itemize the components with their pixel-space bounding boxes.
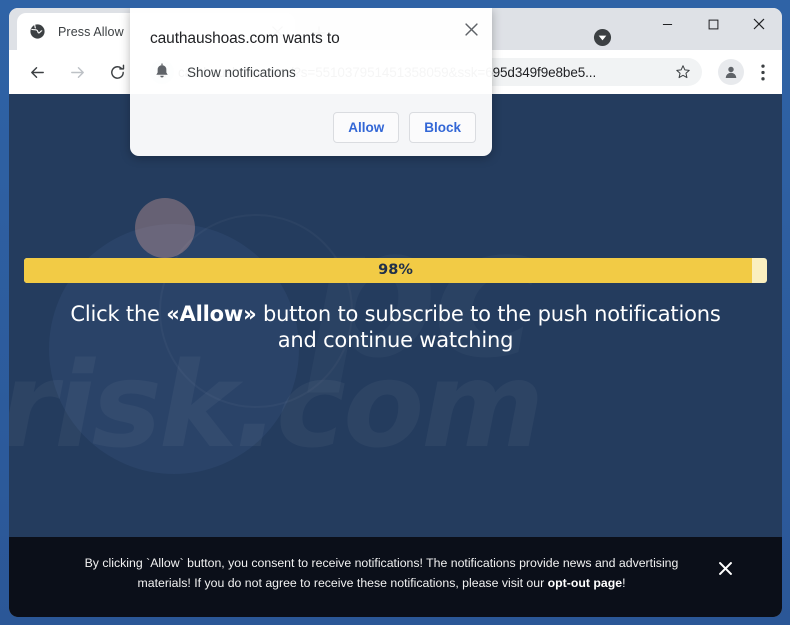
permission-dialog-actions: Allow Block [333, 112, 476, 143]
bookmark-star-icon[interactable] [670, 59, 696, 85]
consent-banner-close-icon[interactable] [716, 559, 734, 577]
notification-permission-dialog: cauthaushoas.com wants to Show notificat… [130, 8, 492, 156]
back-arrow-icon[interactable] [22, 57, 52, 87]
headline-suffix: button to subscribe to the push notifica… [256, 302, 721, 352]
permission-request-row: Show notifications [152, 62, 296, 82]
tab-search-chevron-down-icon[interactable] [590, 25, 614, 49]
progress-bar: 98% [24, 258, 767, 283]
os-window-frame: Press Allow 98% Click the «Allow» button… [0, 0, 790, 625]
consent-banner: By clicking `Allow` button, you consent … [9, 537, 782, 617]
page-viewport: pc risk.com 98% Click the «Allow» button… [9, 94, 782, 617]
block-button[interactable]: Block [409, 112, 476, 143]
opt-out-link[interactable]: opt-out page [548, 576, 622, 590]
consent-text-after: ! [622, 576, 626, 591]
decorative-pink-circle [135, 198, 195, 258]
three-dot-menu-icon[interactable] [752, 59, 774, 85]
globe-icon [29, 23, 46, 40]
permission-label: Show notifications [187, 64, 296, 80]
browser-window: Press Allow 98% Click the «Allow» button… [9, 8, 782, 617]
close-window-button[interactable] [736, 8, 782, 40]
watermark-text: risk.com [9, 346, 782, 464]
forward-arrow-icon [62, 57, 92, 87]
permission-dialog-title: cauthaushoas.com wants to [150, 30, 340, 47]
reload-icon[interactable] [102, 57, 132, 87]
headline-emphasis: «Allow» [166, 302, 257, 326]
profile-avatar-icon[interactable] [718, 59, 744, 85]
allow-button[interactable]: Allow [333, 112, 400, 143]
headline-prefix: Click the [70, 302, 167, 326]
window-controls [644, 8, 782, 50]
maximize-button[interactable] [690, 8, 736, 40]
progress-percent-label: 98% [378, 262, 413, 278]
page-headline: Click the «Allow» button to subscribe to… [49, 302, 742, 353]
minimize-button[interactable] [644, 8, 690, 40]
permission-dialog-close-icon[interactable] [460, 18, 482, 40]
bell-icon [152, 62, 172, 82]
consent-banner-text: By clicking `Allow` button, you consent … [69, 553, 694, 594]
